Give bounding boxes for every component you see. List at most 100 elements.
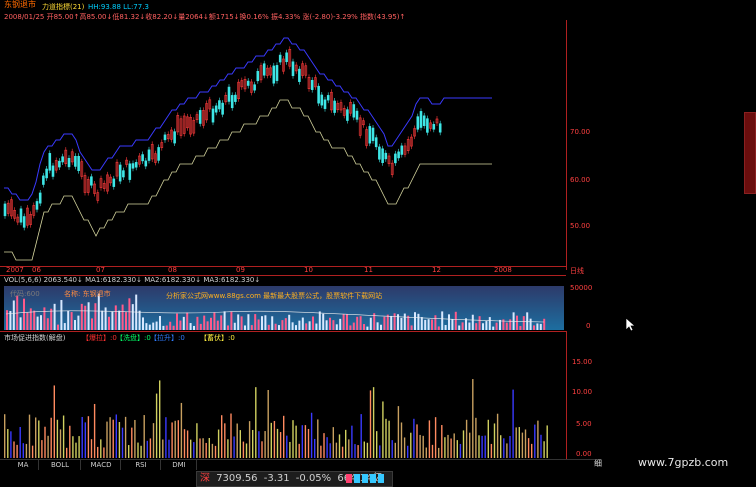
market-bar — [230, 413, 232, 458]
volume-bar — [393, 313, 396, 330]
market-bar — [496, 413, 499, 458]
market-bar — [459, 443, 462, 458]
candle-body — [400, 145, 404, 155]
tab-ma[interactable]: MA — [8, 460, 39, 470]
volume-bar — [176, 313, 178, 330]
candle-body — [355, 110, 359, 120]
market-bar — [53, 385, 55, 458]
candle-body — [368, 126, 372, 144]
candle-body — [198, 110, 202, 124]
candle-body — [22, 216, 26, 228]
market-bar — [72, 436, 74, 458]
market-bar — [320, 445, 322, 458]
candle-body — [134, 162, 138, 168]
mouse-cursor-icon — [626, 318, 636, 332]
volume-bar — [36, 316, 39, 330]
market-bar — [121, 427, 124, 458]
market-bar — [441, 425, 443, 458]
tab-macd[interactable]: MACD — [82, 460, 121, 470]
candle-body — [419, 111, 423, 128]
volume-bar — [427, 319, 430, 330]
market-bar — [509, 435, 511, 458]
market-bar — [115, 414, 117, 458]
volume-bar — [322, 313, 325, 330]
volume-bar — [301, 317, 304, 330]
volume-bar — [281, 320, 284, 330]
volume-name-watermark: 名称: 东钢退市 — [64, 290, 111, 298]
tab-rsi[interactable]: RSI — [122, 460, 161, 470]
candle-body — [374, 137, 378, 148]
market-bar — [372, 387, 375, 458]
market-bar — [323, 433, 325, 458]
volume-bar — [458, 325, 461, 330]
volume-bar — [437, 326, 440, 330]
volume-bar — [414, 312, 416, 330]
market-bar — [236, 423, 238, 458]
volume-bar — [335, 324, 338, 330]
volume-bar — [104, 307, 107, 330]
volume-bar — [216, 320, 219, 330]
site-watermark: www.7gpzb.com — [638, 456, 729, 469]
period-label[interactable]: 日线 — [570, 266, 584, 276]
market-bar — [354, 444, 356, 458]
market-bar — [493, 423, 496, 458]
tab-boll[interactable]: BOLL — [40, 460, 81, 470]
market-bar — [31, 445, 34, 458]
market-bar — [242, 441, 245, 458]
candle-body — [278, 54, 282, 63]
volume-bar — [53, 303, 56, 330]
market-bar — [379, 445, 381, 458]
volume-bar — [26, 312, 29, 330]
market-bar — [410, 432, 412, 458]
market-bar — [193, 442, 195, 458]
scroll-thumb[interactable] — [744, 112, 756, 194]
market-bar — [348, 439, 350, 458]
market-bar — [255, 387, 257, 458]
market-bar — [326, 437, 328, 458]
date-10: 10 — [304, 266, 313, 274]
candle-body — [275, 65, 279, 81]
market-bar — [118, 422, 121, 458]
candle-body — [262, 63, 266, 76]
market-bar — [465, 419, 468, 458]
candle-body — [323, 99, 327, 109]
candle-body — [346, 109, 349, 121]
market-axis-line — [566, 331, 567, 459]
candle-body — [326, 95, 330, 101]
market-bar — [422, 435, 424, 458]
market-bar — [47, 435, 49, 458]
candle-body — [38, 192, 42, 204]
price-tick-50: 50.00 — [570, 222, 591, 230]
volume-bar — [23, 298, 25, 330]
volume-bar — [298, 320, 301, 330]
market-bar — [44, 426, 46, 458]
volume-bar — [244, 325, 246, 330]
volume-bar — [40, 315, 42, 330]
volume-bar — [295, 325, 297, 330]
market-bar — [534, 424, 536, 458]
market-bar — [472, 379, 474, 458]
market-bar — [62, 415, 65, 458]
candle-body — [422, 115, 426, 126]
volume-bar — [63, 323, 66, 330]
tab-dmi[interactable]: DMI — [162, 460, 197, 470]
status-index-name: 深 — [200, 473, 210, 484]
volume-bar — [159, 316, 161, 330]
market-bar — [469, 432, 471, 458]
candle-body — [118, 164, 122, 182]
volume-bar — [485, 321, 488, 330]
status-change: -3.31 — [263, 473, 290, 484]
candle-body — [214, 105, 218, 113]
market-bar — [518, 427, 520, 458]
candle-body — [51, 165, 55, 177]
market-bar — [521, 432, 524, 458]
market-bars[interactable] — [0, 340, 566, 458]
market-bar — [314, 438, 316, 458]
market-bar — [183, 429, 186, 458]
volume-bar — [533, 325, 535, 330]
corner-label[interactable]: 细 — [594, 458, 608, 470]
candle-body — [141, 154, 144, 162]
price-chart[interactable] — [0, 20, 566, 268]
market-bar — [35, 417, 37, 458]
candle-body — [285, 52, 288, 63]
